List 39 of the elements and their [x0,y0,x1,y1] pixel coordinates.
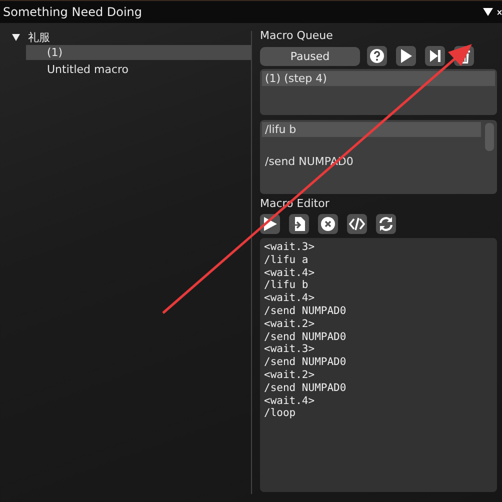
code-line: <wait.4> [264,292,316,305]
code-line: <wait.4> [264,266,316,280]
caret-icon[interactable] [12,34,20,40]
play-icon [261,215,279,233]
code-line: /send NUMPAD0 [264,356,348,369]
help-button[interactable] [367,46,387,66]
refresh-icon [377,215,395,233]
scrollbar-thumb[interactable] [485,123,494,151]
window-title: Something Need Doing [3,5,142,19]
collapse-icon[interactable] [483,8,493,16]
code-icon [348,215,366,233]
play-button[interactable] [396,46,416,66]
file-import-button[interactable] [289,214,309,234]
close-icon [319,215,337,233]
tree-item[interactable]: 礼服 [28,30,50,44]
code-line: <wait.4> [264,394,316,408]
code-line: /lifu a [264,254,310,267]
close-button[interactable] [318,214,338,234]
queue-item[interactable]: (1) (step 4) [262,71,495,86]
tree-item[interactable]: Untitled macro [26,62,251,77]
code-line: /send NUMPAD0 [264,382,348,395]
close-icon[interactable] [497,8,502,16]
code-line: <wait.3> [264,241,316,254]
code-line: <wait.2> [264,318,316,331]
code-line: <wait.2> [264,368,316,382]
code-line: <wait.3> [264,343,316,356]
tree-item[interactable]: (1) [26,45,251,60]
refresh-button[interactable] [376,214,396,234]
code-button[interactable] [347,214,367,234]
code-editor[interactable]: <wait.3> /lifu a <wait.4> /lifu b <wait.4> /send NUMPAD0 <wait.2> /send NUMPAD0 <wait.3> /send NUMPAD0 <wait.2> /send NUMPAD0 <wait.4> /loop [260,238,497,492]
section-title: Macro Queue [260,29,334,43]
queue-list[interactable]: (1) (step 4) [260,69,497,115]
code-line: /loop [264,407,297,420]
help-icon [368,47,386,65]
code-line: /send NUMPAD0 [264,330,348,344]
status-button[interactable]: Paused [260,46,360,66]
code-line: /lifu b [264,279,310,292]
code-line: /send NUMPAD0 [264,304,348,318]
skip-button[interactable] [425,46,445,66]
